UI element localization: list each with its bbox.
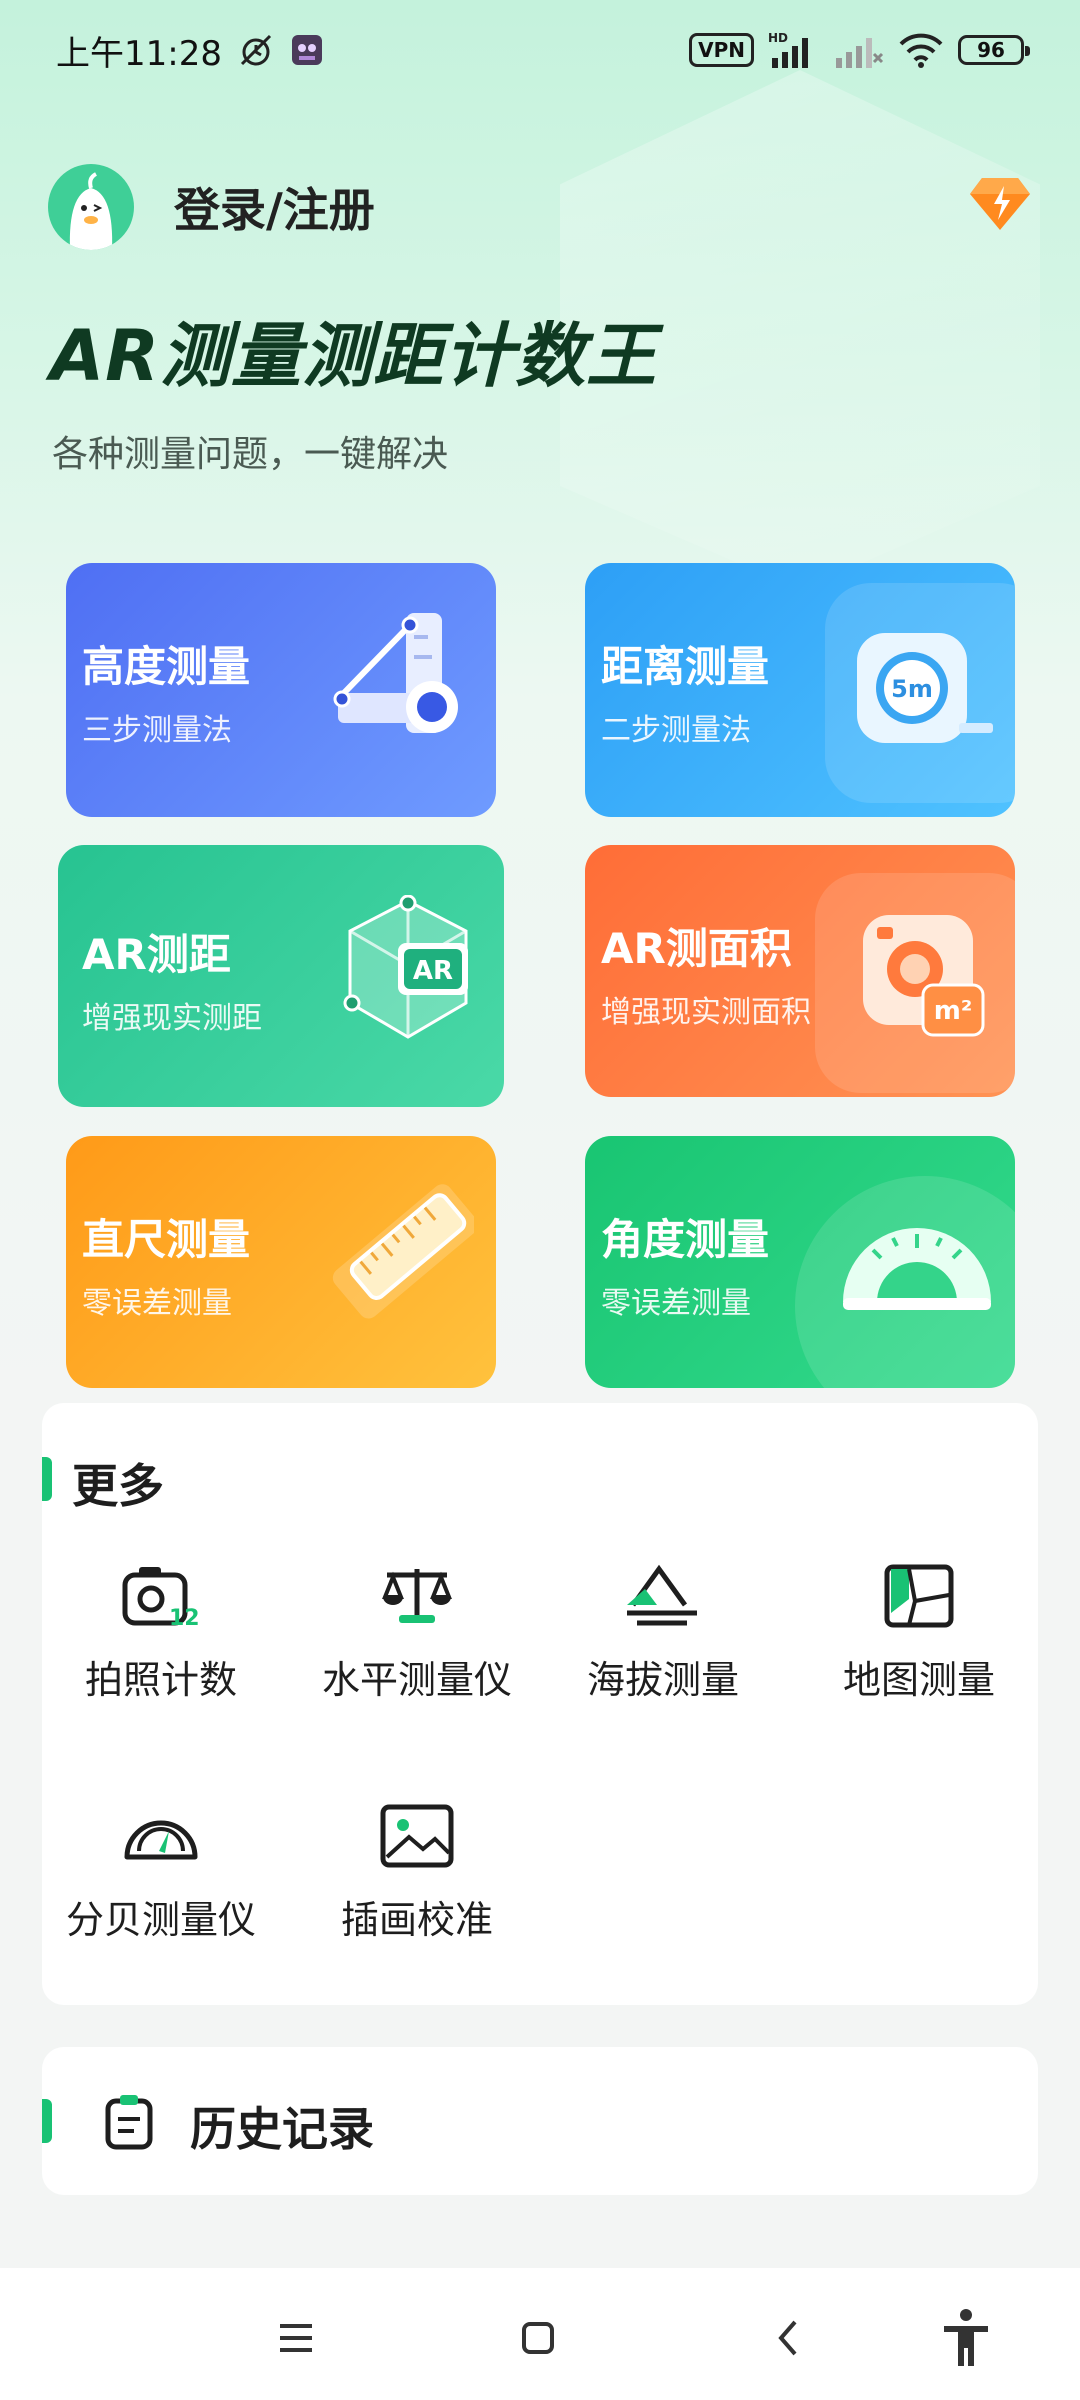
decibel-meter-icon — [124, 1820, 198, 1860]
header: 登录/注册 — [48, 162, 1032, 252]
history-panel[interactable]: 历史记录 — [42, 2047, 1038, 2195]
ar-cube-label: AR — [413, 956, 453, 986]
image-icon — [380, 1804, 454, 1868]
app-title: AR测量测距计数王 — [50, 315, 658, 397]
card-title: 距离测量 — [601, 642, 770, 691]
alarm-off-icon — [236, 30, 276, 70]
system-navigation-bar — [0, 2268, 1080, 2400]
vip-diamond-icon[interactable] — [968, 174, 1032, 234]
card-subtitle: 零误差测量 — [82, 1286, 232, 1321]
level-meter-tool[interactable]: 水平测量仪 — [292, 1561, 542, 1704]
ar-area-camera-icon: m² — [853, 905, 993, 1049]
map-measure-tool[interactable]: 地图测量 — [794, 1561, 1044, 1704]
accessibility-button[interactable] — [936, 2308, 996, 2368]
ruler-icon — [314, 1176, 479, 1350]
avatar[interactable] — [48, 164, 134, 250]
protractor-icon — [837, 1206, 997, 1320]
tool-label: 分贝测量仪 — [65, 1898, 256, 1942]
tape-measure-label: 5m — [891, 675, 933, 703]
more-tools-panel: 更多 12 拍照计数 水平测量仪 海拔测量 地图测量 分贝测量仪 插画校准 — [42, 1403, 1038, 2005]
height-measure-icon — [328, 603, 478, 757]
card-subtitle: 增强现实测面积 — [601, 995, 811, 1030]
login-register-link[interactable]: 登录/注册 — [174, 174, 375, 240]
battery-icon: 96 — [958, 35, 1030, 65]
angle-measure-card[interactable]: 角度测量 零误差测量 — [585, 1136, 1015, 1388]
tool-label: 海拔测量 — [586, 1658, 739, 1702]
signal-weak-icon — [834, 30, 884, 70]
tape-measure-icon: 5m — [847, 623, 997, 757]
back-button[interactable] — [758, 2308, 818, 2368]
height-measure-card[interactable]: 高度测量 三步测量法 — [66, 563, 496, 817]
recent-apps-button[interactable] — [266, 2308, 326, 2368]
card-subtitle: 零误差测量 — [601, 1286, 751, 1321]
illustration-calibration-tool[interactable]: 插画校准 — [292, 1801, 542, 1944]
vpn-badge: VPN — [689, 33, 754, 67]
tool-label: 水平测量仪 — [321, 1658, 512, 1702]
altitude-measure-tool[interactable]: 海拔测量 — [538, 1561, 788, 1704]
ar-distance-card[interactable]: AR测距 增强现实测距 AR — [58, 845, 504, 1107]
card-subtitle: 增强现实测距 — [82, 1001, 262, 1036]
card-subtitle: 二步测量法 — [601, 713, 751, 748]
mountain-icon — [627, 1564, 697, 1626]
card-title: 角度测量 — [601, 1215, 770, 1264]
tool-label: 插画校准 — [340, 1898, 493, 1942]
card-title: 直尺测量 — [82, 1215, 251, 1264]
app-subtitle: 各种测量问题，一键解决 — [52, 434, 449, 475]
card-subtitle: 三步测量法 — [82, 713, 232, 748]
level-icon — [382, 1569, 452, 1623]
photo-count-tool[interactable]: 12 拍照计数 — [36, 1561, 286, 1704]
section-accent-bar — [42, 1457, 52, 1501]
wifi-icon — [898, 30, 944, 70]
decibel-meter-tool[interactable]: 分贝测量仪 — [36, 1801, 286, 1944]
count-badge: 12 — [169, 1606, 200, 1631]
status-time: 上午11:28 — [56, 33, 222, 74]
card-title: AR测距 — [82, 930, 231, 979]
card-title: AR测面积 — [601, 924, 792, 973]
app-notification-icon — [290, 33, 324, 67]
more-section-title: 更多 — [72, 1459, 164, 1513]
distance-measure-card[interactable]: 距离测量 二步测量法 5m — [585, 563, 1015, 817]
ar-area-card[interactable]: AR测面积 增强现实测面积 m² — [585, 845, 1015, 1097]
tool-label: 地图测量 — [842, 1658, 995, 1702]
camera-count-icon: 12 — [122, 1567, 200, 1631]
section-accent-bar — [42, 2099, 52, 2143]
map-icon — [884, 1564, 954, 1628]
ruler-measure-card[interactable]: 直尺测量 零误差测量 — [66, 1136, 496, 1388]
area-unit-label: m² — [934, 996, 972, 1026]
svg-text:HD: HD — [768, 31, 788, 45]
clipboard-icon — [102, 2093, 156, 2155]
card-title: 高度测量 — [82, 642, 251, 691]
tool-label: 拍照计数 — [84, 1658, 237, 1702]
home-button[interactable] — [508, 2308, 568, 2368]
status-bar: 上午11:28 VPN HD 96 — [0, 0, 1080, 100]
signal-hd-icon: HD — [768, 30, 820, 70]
history-title: 历史记录 — [190, 2102, 374, 2156]
ar-cube-icon: AR — [338, 894, 478, 1049]
